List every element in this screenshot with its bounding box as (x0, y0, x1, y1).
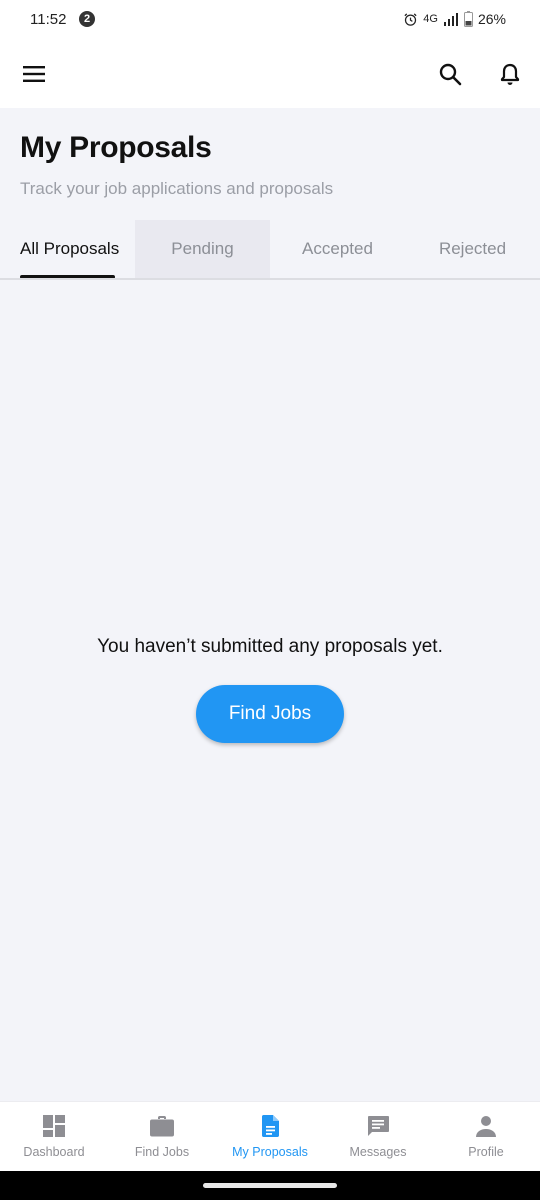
status-time: 11:52 (30, 11, 67, 28)
nav-label-profile: Profile (468, 1145, 504, 1159)
notification-count-badge: 2 (79, 11, 95, 27)
person-icon (476, 1116, 496, 1137)
home-gesture-handle[interactable] (203, 1183, 337, 1188)
menu-button[interactable] (16, 56, 52, 92)
search-button[interactable] (432, 56, 468, 92)
app-bar (0, 40, 540, 108)
nav-label-my-proposals: My Proposals (232, 1145, 308, 1159)
bottom-navigation: Dashboard Find Jobs My Proposals Message… (0, 1101, 540, 1172)
nav-item-messages[interactable]: Messages (324, 1102, 432, 1172)
status-indicators: 4G 26% (403, 11, 506, 27)
system-gesture-area (0, 1171, 540, 1200)
signal-icon (443, 13, 458, 26)
empty-state-message: You haven’t submitted any proposals yet. (97, 636, 443, 657)
briefcase-icon (150, 1116, 174, 1137)
page-title: My Proposals (20, 131, 212, 164)
bell-icon (500, 63, 520, 85)
proposal-tabs: All Proposals Pending Accepted Rejected (0, 220, 540, 279)
nav-label-messages: Messages (349, 1145, 407, 1159)
nav-label-find-jobs: Find Jobs (134, 1145, 190, 1159)
document-icon (262, 1115, 279, 1137)
tab-pending[interactable]: Pending (135, 220, 270, 278)
search-icon (439, 63, 462, 86)
battery-icon (463, 11, 473, 27)
page-header: My Proposals Track your job applications… (20, 131, 520, 199)
hamburger-menu-icon (23, 66, 45, 82)
tab-all-proposals[interactable]: All Proposals (0, 220, 135, 278)
nav-item-dashboard[interactable]: Dashboard (0, 1102, 108, 1172)
message-icon (368, 1116, 389, 1136)
page-subtitle: Track your job applications and proposal… (20, 179, 334, 198)
empty-state: You haven’t submitted any proposals yet. (0, 636, 540, 658)
nav-item-my-proposals[interactable]: My Proposals (216, 1102, 324, 1172)
nav-item-profile[interactable]: Profile (432, 1102, 540, 1172)
alarm-icon (404, 12, 417, 26)
find-jobs-button[interactable]: Find Jobs (196, 685, 344, 743)
network-type: 4G (423, 13, 438, 25)
nav-item-find-jobs[interactable]: Find Jobs (108, 1102, 216, 1172)
dashboard-icon (43, 1115, 65, 1137)
tabs-divider (0, 278, 540, 280)
status-bar: 11:52 2 4G 26% (0, 0, 540, 40)
tab-rejected[interactable]: Rejected (405, 220, 540, 278)
notifications-button[interactable] (492, 56, 528, 92)
battery-level: 26% (477, 11, 506, 27)
tab-accepted[interactable]: Accepted (270, 220, 405, 278)
nav-label-dashboard: Dashboard (23, 1145, 85, 1159)
